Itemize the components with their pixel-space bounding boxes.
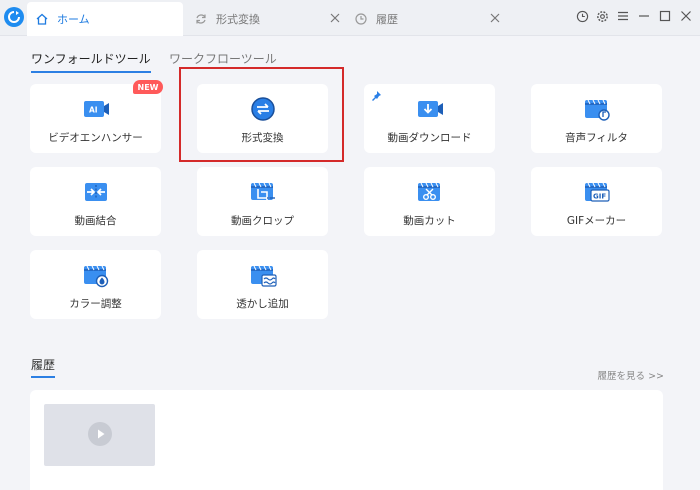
- audio-filter-icon: [584, 99, 610, 121]
- tab-history[interactable]: 履歴: [346, 2, 506, 36]
- close-tab-icon[interactable]: [490, 13, 500, 23]
- tool-color-adjust[interactable]: カラー調整: [30, 250, 161, 319]
- tool-video-merge[interactable]: 動画結合: [30, 167, 161, 236]
- tool-label: 動画クロップ: [231, 215, 294, 227]
- play-icon[interactable]: [88, 422, 112, 446]
- highlight-box: [179, 67, 344, 162]
- merge-icon: [84, 183, 107, 201]
- history-thumbnail[interactable]: [44, 404, 155, 466]
- gif-icon: GIF: [584, 182, 610, 202]
- title-bar: ホーム 形式変換 履歴: [0, 0, 700, 36]
- history-title: 履歴: [31, 356, 56, 378]
- tool-video-crop[interactable]: 動画クロップ: [197, 167, 328, 236]
- tool-gif-maker[interactable]: GIF GIFメーカー: [531, 167, 662, 236]
- tool-label: 動画ダウンロード: [387, 132, 472, 144]
- clock-icon: [354, 12, 368, 26]
- tab-label: 形式変換: [216, 13, 260, 26]
- tool-label: GIFメーカー: [566, 215, 627, 227]
- tool-video-enhancer[interactable]: NEW AI ビデオエンハンサー: [30, 80, 163, 153]
- tab-label: 履歴: [376, 13, 398, 26]
- tab-label: ホーム: [57, 13, 90, 26]
- app-logo-icon: [4, 7, 24, 27]
- svg-text:GIF: GIF: [593, 193, 606, 201]
- tool-video-cut[interactable]: 動画カット: [364, 167, 495, 236]
- gear-icon[interactable]: [594, 8, 610, 24]
- tool-label: 動画結合: [74, 215, 117, 227]
- new-badge: NEW: [133, 80, 163, 94]
- tool-add-watermark[interactable]: 透かし追加: [197, 250, 328, 319]
- close-tab-icon[interactable]: [330, 13, 340, 23]
- svg-text:AI: AI: [89, 106, 98, 115]
- history-panel: [30, 390, 663, 490]
- view-history-link[interactable]: 履歴を見る >>: [598, 368, 664, 382]
- ai-enhance-icon: AI: [83, 101, 109, 117]
- pin-icon[interactable]: [370, 90, 382, 102]
- cut-icon: [417, 182, 440, 201]
- tool-label: ビデオエンハンサー: [48, 132, 143, 144]
- minimize-icon[interactable]: [636, 8, 652, 24]
- home-icon: [35, 12, 49, 26]
- tool-label: 動画カット: [403, 215, 456, 227]
- crop-icon: [250, 182, 275, 203]
- download-icon: [417, 101, 443, 117]
- section-tab-one-tool[interactable]: ワンフォールドツール: [31, 50, 151, 73]
- tool-label: カラー調整: [69, 298, 122, 310]
- color-adjust-icon: [83, 265, 108, 288]
- watermark-icon: [250, 265, 277, 287]
- refresh-icon: [194, 12, 208, 26]
- close-icon[interactable]: [678, 8, 694, 24]
- tool-label: 透かし追加: [236, 298, 289, 310]
- history-icon[interactable]: [574, 8, 590, 24]
- maximize-icon[interactable]: [657, 8, 673, 24]
- tab-convert[interactable]: 形式変換: [186, 2, 346, 36]
- menu-icon[interactable]: [615, 8, 631, 24]
- tool-label: 音声フィルタ: [565, 132, 628, 144]
- tool-video-download[interactable]: 動画ダウンロード: [364, 84, 495, 153]
- tool-audio-filter[interactable]: 音声フィルタ: [531, 84, 662, 153]
- tab-home[interactable]: ホーム: [27, 2, 183, 36]
